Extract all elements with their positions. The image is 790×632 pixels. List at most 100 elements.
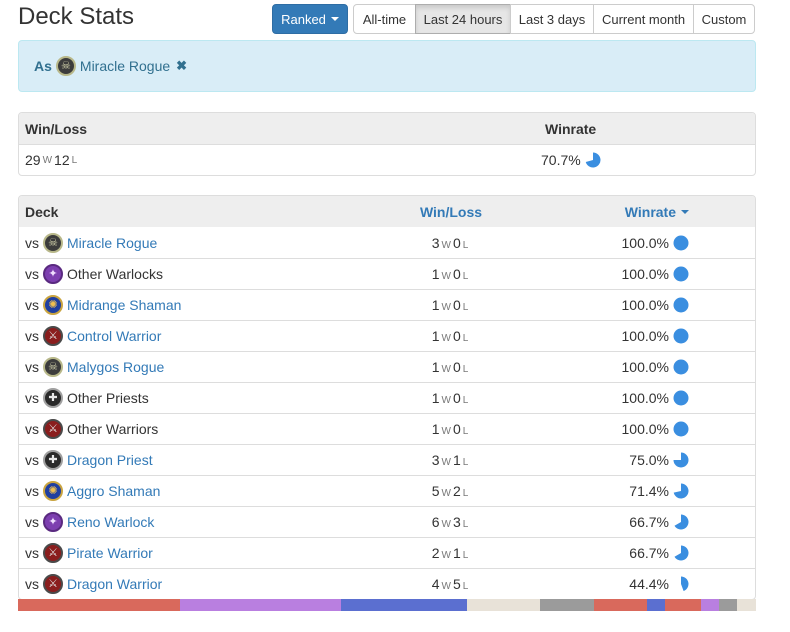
range-current-month-button[interactable]: Current month bbox=[593, 4, 694, 34]
wins: 3 bbox=[431, 234, 440, 251]
wins: 1 bbox=[431, 421, 440, 437]
winloss-column-header[interactable]: Win/Loss bbox=[351, 204, 551, 220]
range-last-3-days-button[interactable]: Last 3 days bbox=[510, 4, 594, 34]
deck-name[interactable]: Dragon Priest bbox=[67, 452, 153, 468]
warlock-class-icon: ✦ bbox=[43, 512, 63, 532]
winloss-cell: 3W1L bbox=[351, 452, 551, 468]
winrate-column-header[interactable]: Winrate bbox=[551, 204, 755, 220]
class-segment-warrior bbox=[593, 599, 648, 611]
winloss-cell: 2W1L bbox=[351, 545, 551, 561]
range-custom-button[interactable]: Custom bbox=[693, 4, 755, 34]
winloss-cell: 3W0L bbox=[351, 235, 551, 251]
losses-label: L bbox=[462, 457, 469, 468]
deck-cell: vs ⚔ Other Warriors bbox=[19, 419, 351, 439]
vs-label: vs bbox=[25, 390, 39, 406]
wins-label: W bbox=[441, 550, 451, 561]
winrate-cell: 71.4% bbox=[551, 483, 755, 499]
page-title: Deck Stats bbox=[18, 3, 135, 30]
class-segment-warrior bbox=[18, 599, 180, 611]
range-all-time-button[interactable]: All-time bbox=[353, 4, 416, 34]
winrate-value: 44.4% bbox=[629, 576, 669, 592]
losses-label: L bbox=[462, 488, 469, 499]
losses-label: L bbox=[462, 581, 469, 592]
wins: 5 bbox=[431, 483, 440, 499]
table-row: vs ⚔ Other Warriors 1W0L 100.0% bbox=[19, 413, 755, 444]
winloss-cell: 1W0L bbox=[351, 359, 551, 375]
deck-name[interactable]: Pirate Warrior bbox=[67, 545, 153, 561]
class-segment-priest bbox=[467, 599, 540, 611]
winrate-value: 66.7% bbox=[629, 545, 669, 561]
deck-name[interactable]: Control Warrior bbox=[67, 328, 161, 344]
wins: 1 bbox=[431, 359, 440, 375]
winrate-value: 100.0% bbox=[621, 421, 669, 437]
losses-label: L bbox=[462, 519, 469, 530]
winrate-cell: 100.0% bbox=[551, 266, 755, 282]
summary-row: 29 W 12 L 70.7% bbox=[19, 144, 755, 175]
winrate-pie-icon bbox=[673, 266, 689, 282]
winrate-value: 100.0% bbox=[621, 390, 669, 406]
vs-label: vs bbox=[25, 483, 39, 499]
losses: 0 bbox=[452, 359, 461, 375]
losses-label: L bbox=[462, 239, 469, 251]
wins: 1 bbox=[431, 390, 440, 406]
deck-name[interactable]: Midrange Shaman bbox=[67, 297, 181, 313]
winrate-value: 100.0% bbox=[621, 328, 669, 344]
close-icon[interactable]: ✖ bbox=[176, 58, 187, 74]
vs-label: vs bbox=[25, 234, 39, 251]
summary-winloss-header: Win/Loss bbox=[25, 120, 88, 137]
deck-name[interactable]: Dragon Warrior bbox=[67, 576, 162, 592]
warrior-class-icon: ⚔ bbox=[43, 326, 63, 346]
winrate-value: 100.0% bbox=[621, 266, 669, 282]
deck-name[interactable]: Malygos Rogue bbox=[67, 359, 164, 375]
winloss-cell: 1W0L bbox=[351, 266, 551, 282]
wins-label: W bbox=[441, 457, 451, 468]
deck-column-header: Deck bbox=[25, 203, 59, 220]
summary-winrate-cell: 70.7% bbox=[449, 152, 755, 168]
deck-name[interactable]: Reno Warlock bbox=[67, 514, 154, 530]
selected-deck-name[interactable]: Miracle Rogue bbox=[80, 58, 170, 74]
losses: 2 bbox=[452, 483, 461, 499]
table-row: vs ⚔ Dragon Warrior 4W5L 44.4% bbox=[19, 568, 755, 599]
losses-label: L bbox=[462, 302, 469, 313]
winloss-cell: 5W2L bbox=[351, 483, 551, 499]
class-distribution-bar bbox=[18, 599, 756, 611]
class-segment-warlock bbox=[701, 599, 719, 611]
winrate-pie-icon bbox=[673, 390, 689, 406]
winrate-pie-icon bbox=[673, 452, 689, 468]
winrate-pie-icon bbox=[673, 483, 689, 499]
game-mode-dropdown[interactable]: Ranked bbox=[272, 4, 348, 34]
wins-label: W bbox=[42, 154, 53, 166]
winrate-pie-icon bbox=[673, 421, 689, 437]
summary-winrate-header: Winrate bbox=[545, 120, 597, 137]
vs-label: vs bbox=[25, 266, 39, 282]
warrior-class-icon: ⚔ bbox=[43, 543, 63, 563]
wins: 4 bbox=[431, 576, 440, 592]
range-last-24-hours-button[interactable]: Last 24 hours bbox=[415, 4, 511, 34]
losses-label: L bbox=[462, 271, 469, 282]
winrate-value: 75.0% bbox=[629, 452, 669, 468]
deck-name[interactable]: Aggro Shaman bbox=[67, 483, 160, 499]
winrate-value: 66.7% bbox=[629, 514, 669, 530]
class-segment-shaman bbox=[341, 599, 468, 611]
wins-label: W bbox=[441, 302, 451, 313]
losses: 0 bbox=[452, 266, 461, 282]
wins-label: W bbox=[441, 426, 451, 437]
class-segment-warrior bbox=[665, 599, 702, 611]
rogue-class-icon: ☠ bbox=[55, 56, 76, 76]
deck-cell: vs ✚ Other Priests bbox=[19, 388, 351, 408]
table-row: vs ✚ Dragon Priest 3W1L 75.0% bbox=[19, 444, 755, 475]
deck-name[interactable]: Miracle Rogue bbox=[67, 235, 157, 251]
table-row: vs ✚ Other Priests 1W0L 100.0% bbox=[19, 382, 755, 413]
winrate-value: 100.0% bbox=[621, 359, 669, 375]
deck-cell: vs ☠ Miracle Rogue bbox=[19, 232, 351, 253]
matchups-header-row: Deck Win/Loss Winrate bbox=[19, 196, 755, 227]
winrate-cell: 100.0% bbox=[551, 297, 755, 313]
wins: 1 bbox=[431, 328, 440, 344]
deck-cell: vs ☠ Malygos Rogue bbox=[19, 357, 351, 377]
vs-label: vs bbox=[25, 576, 39, 592]
wins: 6 bbox=[431, 514, 440, 530]
winrate-pie-icon bbox=[673, 328, 689, 344]
winrate-pie-icon bbox=[673, 235, 689, 250]
deck-cell: vs ✚ Dragon Priest bbox=[19, 450, 351, 470]
warrior-class-icon: ⚔ bbox=[43, 419, 63, 439]
